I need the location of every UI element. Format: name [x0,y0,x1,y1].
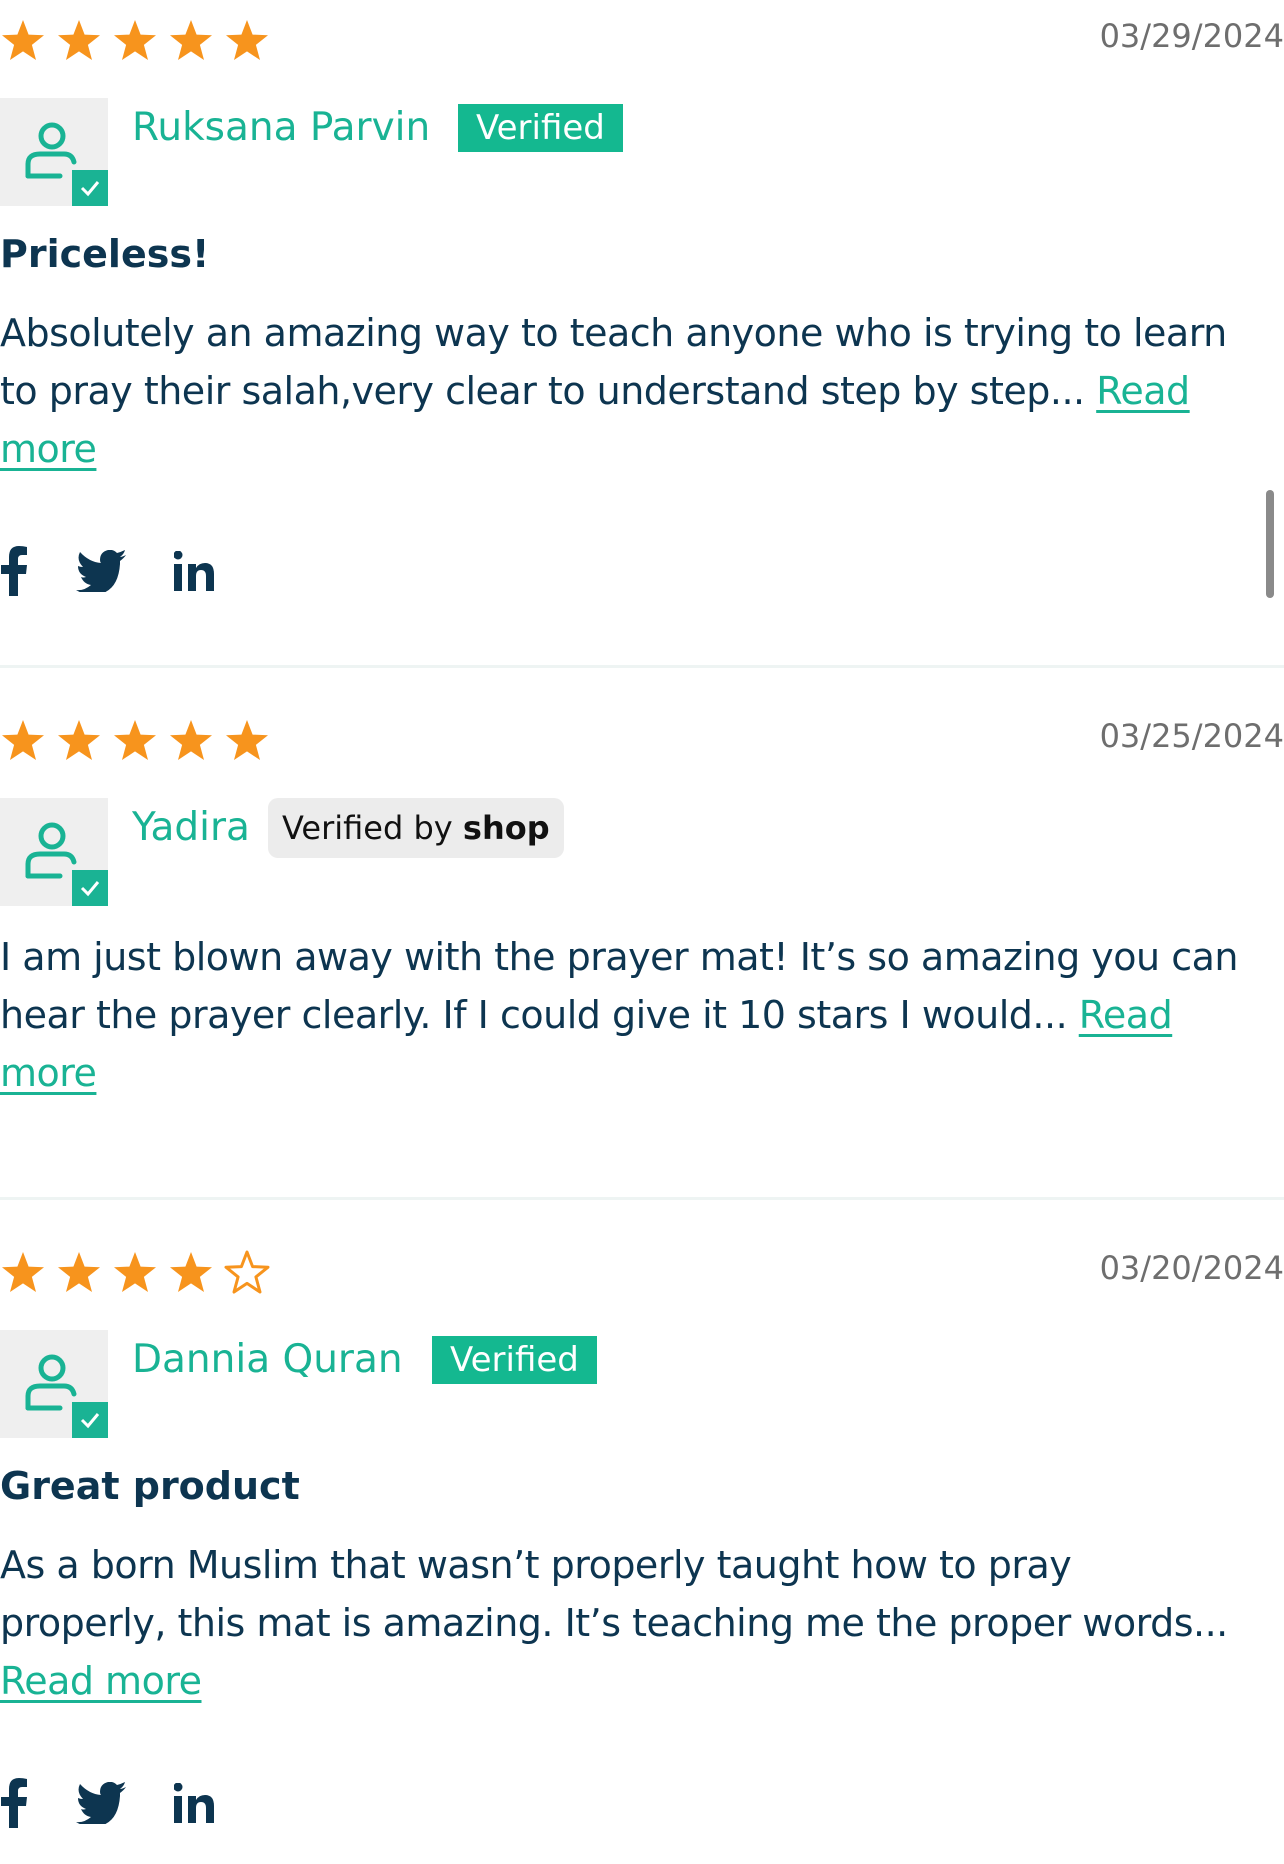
review-body-line: more [0,420,1284,478]
star-filled-icon [2,720,44,760]
star-filled-icon [58,20,100,60]
star-filled-icon [170,720,212,760]
review-body-line: properly, this mat is amazing. It’s teac… [0,1601,1228,1645]
review-body-line: Absolutely an amazing way to teach anyon… [0,311,1227,355]
star-filled-icon [2,1252,44,1292]
star-filled-icon [170,20,212,60]
verified-check-icon [72,170,108,206]
review-body-line: to pray their salah,very clear to unders… [0,362,1284,420]
star-filled-icon [58,1252,100,1292]
star-filled-icon [2,20,44,60]
verified-check-icon [72,870,108,906]
avatar [0,1330,108,1438]
badge-label: Verified by [282,809,463,847]
social-share [0,1778,262,1828]
read-more-link[interactable]: more [0,1051,97,1095]
verified-badge: Verified [432,1336,597,1384]
verified-check-icon [72,1402,108,1438]
review-body-line: hear the prayer clearly. If I could give… [0,986,1284,1044]
divider [0,1197,1284,1200]
read-more-link[interactable]: Read more [0,1659,202,1703]
review-title: Priceless! [0,232,210,276]
star-empty-icon [224,1250,270,1294]
review-body: Absolutely an amazing way to teach anyon… [0,304,1284,478]
review-title: Great product [0,1464,300,1508]
review-body-text: hear the prayer clearly. If I could give… [0,993,1079,1037]
star-filled-icon [226,20,268,60]
verified-badge: Verified [458,104,623,152]
review-date: 03/25/2024 [1099,717,1284,755]
star-filled-icon [114,20,156,60]
review-body-text: to pray their salah,very clear to unders… [0,369,1097,413]
star-filled-icon [114,1252,156,1292]
linkedin-icon[interactable] [174,551,214,591]
read-more-link[interactable]: Read [1079,993,1173,1037]
review-date: 03/29/2024 [1099,17,1284,55]
scrollbar[interactable] [1266,490,1274,598]
star-filled-icon [114,720,156,760]
read-more-link[interactable]: more [0,427,97,471]
reviewer-name: Yadira [132,805,250,850]
star-filled-icon [58,720,100,760]
twitter-icon[interactable] [76,550,126,592]
star-filled-icon [170,1252,212,1292]
reviewer-name: Ruksana Parvin [132,105,431,150]
avatar [0,98,108,206]
verified-by-shop-badge: Verified by shop [268,798,564,858]
star-rating [0,18,280,64]
reviewer-name: Dannia Quran [132,1337,403,1382]
social-share [0,546,262,596]
review-body-line: As a born Muslim that wasn’t properly ta… [0,1543,1072,1587]
linkedin-icon[interactable] [174,1783,214,1823]
review-body-line: more [0,1044,1284,1102]
review-date: 03/20/2024 [1099,1249,1284,1287]
shop-logo: shop [462,809,550,847]
divider [0,665,1284,668]
review-body: As a born Muslim that wasn’t properly ta… [0,1536,1284,1710]
star-rating [0,718,280,764]
read-more-link[interactable]: Read [1096,369,1190,413]
star-rating [0,1250,280,1296]
avatar [0,798,108,906]
review-body-line: I am just blown away with the prayer mat… [0,935,1238,979]
star-filled-icon [226,720,268,760]
review-body-line: Read more [0,1652,1284,1710]
twitter-icon[interactable] [76,1782,126,1824]
facebook-icon[interactable] [0,1778,28,1828]
review-body: I am just blown away with the prayer mat… [0,928,1284,1102]
facebook-icon[interactable] [0,546,28,596]
